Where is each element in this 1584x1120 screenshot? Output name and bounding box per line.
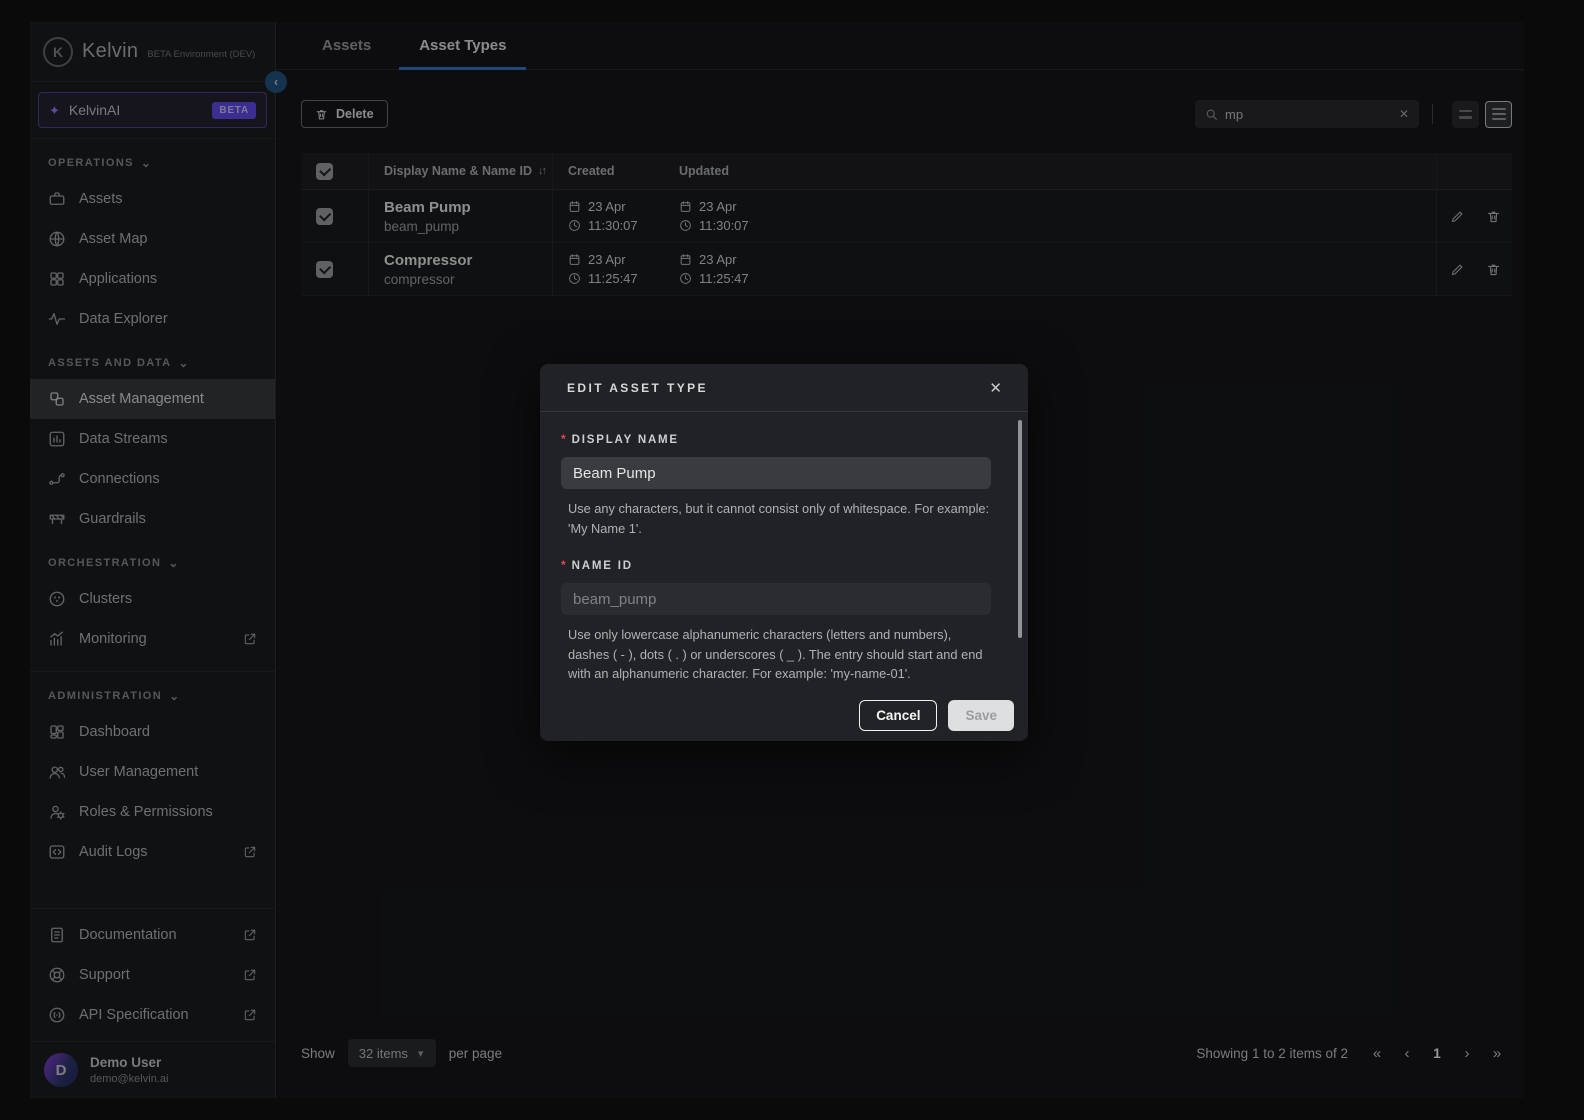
modal-scrollbar[interactable] <box>1018 420 1022 638</box>
app-root: K Kelvin BETA Environment (DEV) ✦ Kelvin… <box>0 0 1584 1120</box>
close-icon[interactable]: ✕ <box>985 375 1006 401</box>
required-asterisk: * <box>561 432 566 446</box>
display-name-help: Use any characters, but it cannot consis… <box>568 501 990 536</box>
save-button[interactable]: Save <box>948 699 1014 731</box>
cancel-button[interactable]: Cancel <box>859 699 938 731</box>
edit-asset-type-modal: EDIT ASSET TYPE ✕ * DISPLAY NAME Use any… <box>540 364 1028 741</box>
name-id-label: NAME ID <box>571 560 633 572</box>
display-name-field[interactable] <box>561 457 991 489</box>
name-id-field[interactable] <box>561 583 991 615</box>
required-asterisk: * <box>561 558 566 572</box>
display-name-label: DISPLAY NAME <box>571 434 679 446</box>
name-id-help: Use only lowercase alphanumeric characte… <box>568 627 983 681</box>
modal-title: EDIT ASSET TYPE <box>567 380 708 395</box>
